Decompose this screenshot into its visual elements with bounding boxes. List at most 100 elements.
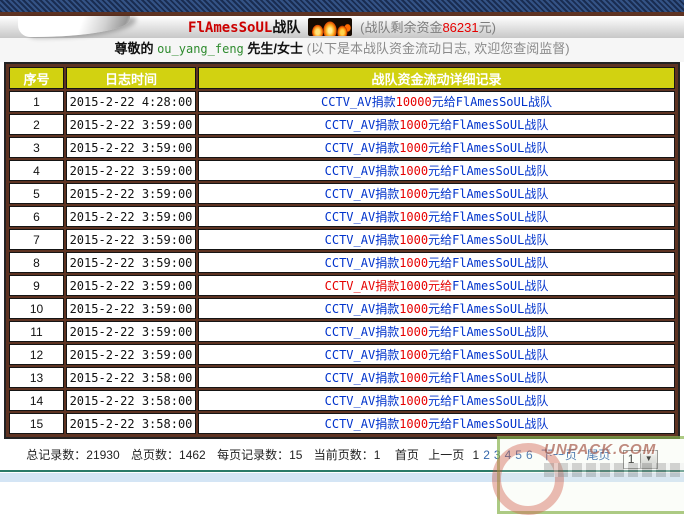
record-text-segment: 1000	[399, 279, 428, 293]
record-text-segment: 1000	[399, 233, 428, 247]
record-cell: CCTV_AV捐款1000元给FlAmesSoUL战队	[198, 206, 675, 227]
record-text-segment: 元给FlAmesSoUL战队	[428, 394, 548, 408]
log-time-cell: 2015-2-22 3:58:00	[66, 367, 196, 388]
page-number-link[interactable]: 2	[483, 448, 490, 462]
log-time-cell: 2015-2-22 3:59:00	[66, 206, 196, 227]
record-text-segment: 元给	[428, 279, 452, 293]
record-cell: CCTV_AV捐款1000元给FlAmesSoUL战队	[198, 229, 675, 250]
chevron-down-icon[interactable]: ▼	[640, 451, 657, 468]
total-records-label: 总记录数：	[26, 448, 86, 462]
table-row: 132015-2-22 3:58:00CCTV_AV捐款1000元给FlAmes…	[9, 367, 675, 388]
record-text-segment: 1000	[399, 302, 428, 316]
record-text-segment: 元给FlAmesSoUL战队	[428, 325, 548, 339]
record-text-segment: 元给FlAmesSoUL战队	[428, 233, 548, 247]
log-time-cell: 2015-2-22 3:58:00	[66, 390, 196, 411]
page-number-links: 123456	[471, 448, 535, 462]
record-text-segment: 元给FlAmesSoUL战队	[428, 210, 548, 224]
current-page-label: 当前页数：	[314, 448, 374, 462]
record-text-segment: 1000	[399, 371, 428, 385]
table-row: 42015-2-22 3:59:00 CCTV_AV捐款1000元给FlAmesS…	[9, 160, 675, 181]
record-text-segment: 元给FlAmesSoUL战队	[428, 417, 548, 431]
log-time-cell: 2015-2-22 3:59:00	[66, 160, 196, 181]
page-select-dropdown[interactable]: 1▼	[623, 450, 658, 469]
record-cell: CCTV_AV捐款1000元给FlAmesSoUL战队	[198, 137, 675, 158]
log-time-cell: 2015-2-22 3:59:00	[66, 183, 196, 204]
total-records-value: 21930	[86, 448, 119, 462]
page-number-link[interactable]: 6	[526, 448, 533, 462]
record-text-segment: 1000	[399, 256, 428, 270]
log-time-cell: 2015-2-22 3:59:00	[66, 252, 196, 273]
record-text-segment: CCTV_AV捐款	[325, 256, 400, 270]
table-row: 142015-2-22 3:58:00CCTV_AV捐款1000元给FlAmes…	[9, 390, 675, 411]
page-number-link[interactable]: 3	[494, 448, 501, 462]
log-time-cell: 2015-2-22 3:59:00	[66, 321, 196, 342]
log-time-cell: 2015-2-22 3:59:00	[66, 298, 196, 319]
record-text-segment: 1000	[399, 325, 428, 339]
record-cell: CCTV_AV捐款1000元给FlAmesSoUL战队	[198, 252, 675, 273]
current-page-value: 1	[374, 448, 381, 462]
table-row: 72015-2-22 3:59:00CCTV_AV捐款1000元给FlAmesS…	[9, 229, 675, 250]
record-text-segment: CCTV_AV捐款	[325, 164, 400, 178]
log-time-cell: 2015-2-22 3:59:00	[66, 344, 196, 365]
record-text-segment: CCTV_AV捐款	[325, 325, 400, 339]
last-page-link[interactable]: 尾页	[586, 448, 610, 462]
record-text-segment: 元给FlAmesSoUL战队	[428, 371, 548, 385]
record-text-segment: 1000	[399, 164, 428, 178]
table-row: 122015-2-22 3:59:00CCTV_AV捐款1000元给FlAmes…	[9, 344, 675, 365]
record-text-segment: 元给FlAmesSoUL战队	[428, 164, 548, 178]
log-time-cell: 2015-2-22 3:59:00	[66, 137, 196, 158]
next-page-link[interactable]: 下一页	[541, 448, 577, 462]
record-text-segment: CCTV_AV捐款	[321, 95, 396, 109]
top-navy-bar	[0, 0, 684, 12]
log-table-frame: 序号日志时间战队资金流动详细记录 12015-2-22 4:28:00CCTV_…	[4, 62, 680, 439]
record-cell: CCTV_AV捐款1000元给FlAmesSoUL战队	[198, 275, 675, 296]
page-number-link[interactable]: 5	[515, 448, 522, 462]
table-row: 82015-2-22 3:59:00CCTV_AV捐款1000元给FlAmesS…	[9, 252, 675, 273]
record-cell: CCTV_AV捐款1000元给FlAmesSoUL战队	[198, 390, 675, 411]
title-bar: FlAmesSoUL战队 (战队剩余资金86231元)	[0, 16, 684, 38]
record-text-segment: 元给FlAmesSoUL战队	[428, 118, 548, 132]
log-time-cell: 2015-2-22 3:59:00	[66, 275, 196, 296]
greeting-username: ou_yang_feng	[157, 42, 244, 56]
record-cell: CCTV_AV捐款1000元给FlAmesSoUL战队	[198, 183, 675, 204]
funds-suffix: 元)	[479, 20, 496, 35]
log-table: 序号日志时间战队资金流动详细记录 12015-2-22 4:28:00CCTV_…	[7, 65, 677, 436]
prev-page-link[interactable]: 上一页	[428, 448, 464, 462]
record-text-segment: CCTV_AV捐款	[325, 394, 400, 408]
record-text-segment: CCTV_AV捐款	[325, 279, 400, 293]
record-text-segment: 元给FlAmesSoUL战队	[432, 95, 552, 109]
row-number-cell: 7	[9, 229, 64, 250]
page-number-current: 1	[473, 448, 480, 462]
record-text-segment: CCTV_AV捐款	[325, 233, 400, 247]
record-text-segment: CCTV_AV捐款	[325, 302, 400, 316]
record-text-segment: 元给FlAmesSoUL战队	[428, 302, 548, 316]
per-page-label: 每页记录数：	[217, 448, 289, 462]
record-text-segment: FlAmesSoUL战队	[452, 279, 548, 293]
column-header: 战队资金流动详细记录	[198, 67, 675, 89]
table-row: 52015-2-22 3:59:00CCTV_AV捐款1000元给FlAmesS…	[9, 183, 675, 204]
log-time-cell: 2015-2-22 3:58:00	[66, 413, 196, 434]
row-number-cell: 15	[9, 413, 64, 434]
record-cell: CCTV_AV捐款1000元给FlAmesSoUL战队	[198, 413, 675, 434]
greeting-honorific: 先生/女士	[244, 41, 303, 56]
table-header-row: 序号日志时间战队资金流动详细记录	[9, 67, 675, 89]
row-number-cell: 14	[9, 390, 64, 411]
greeting-prefix: 尊敬的	[114, 41, 157, 56]
first-page-link[interactable]: 首页	[395, 448, 419, 462]
table-row: 102015-2-22 3:59:00CCTV_AV捐款1000元给FlAmes…	[9, 298, 675, 319]
record-text-segment: 元给FlAmesSoUL战队	[428, 141, 548, 155]
row-number-cell: 4	[9, 160, 64, 181]
table-row: 62015-2-22 3:59:00CCTV_AV捐款1000元给FlAmesS…	[9, 206, 675, 227]
row-number-cell: 12	[9, 344, 64, 365]
record-text-segment: 元给FlAmesSoUL战队	[428, 187, 548, 201]
record-cell: CCTV_AV捐款1000元给FlAmesSoUL战队	[198, 321, 675, 342]
record-cell: CCTV_AV捐款10000元给FlAmesSoUL战队	[198, 91, 675, 112]
page-number-link[interactable]: 4	[505, 448, 512, 462]
greeting-bar: 尊敬的 ou_yang_feng 先生/女士 (以下是本战队资金流动日志, 欢迎…	[0, 38, 684, 62]
greeting-note: (以下是本战队资金流动日志, 欢迎您查阅监督)	[307, 41, 570, 56]
flame-icon	[308, 18, 352, 36]
column-header: 序号	[9, 67, 64, 89]
record-text-segment: CCTV_AV捐款	[325, 187, 400, 201]
footer-blue-strip	[0, 472, 684, 482]
total-pages-value: 1462	[179, 448, 206, 462]
